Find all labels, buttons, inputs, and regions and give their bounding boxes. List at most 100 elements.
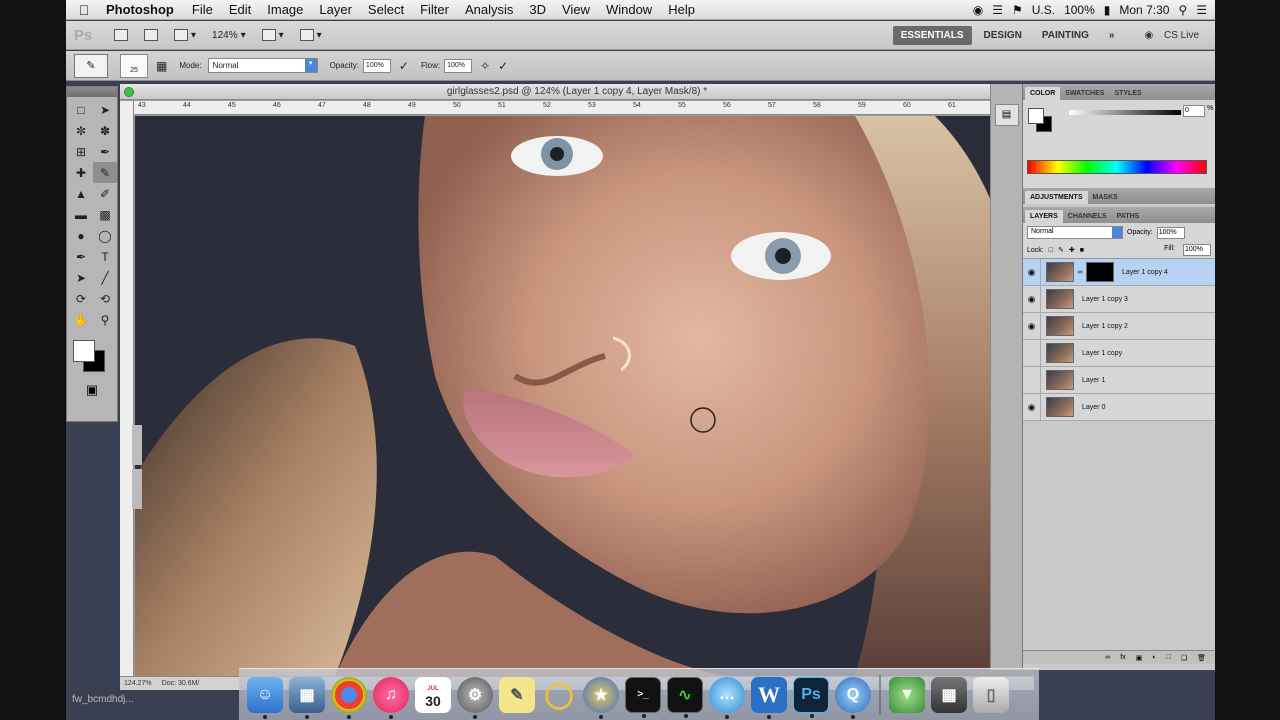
k-slider[interactable] — [1069, 110, 1181, 115]
lock-position-icon[interactable]: ✚ — [1069, 246, 1075, 254]
menu-edit[interactable]: Edit — [221, 2, 259, 17]
quicktime-icon[interactable]: Q — [835, 676, 871, 719]
pressure-opacity-icon[interactable]: ✓ — [399, 59, 409, 73]
menu-layer[interactable]: Layer — [311, 2, 360, 17]
history-brush-tool-icon[interactable]: ✐ — [93, 183, 117, 204]
dodge-tool-icon[interactable]: ◯ — [93, 225, 117, 246]
system-preferences-icon[interactable]: ⚙ — [457, 676, 493, 719]
menu-3d[interactable]: 3D — [521, 2, 554, 17]
menu-clock[interactable]: Mon 7:30 — [1119, 3, 1169, 17]
type-tool-icon[interactable]: T — [93, 246, 117, 267]
workspace-essentials[interactable]: ESSENTIALS — [892, 25, 972, 45]
path-selection-tool-icon[interactable]: ➤ — [69, 267, 93, 288]
tool-preset-picker[interactable]: ✎ — [74, 53, 108, 78]
visibility-eye-icon[interactable]: ◉ — [1023, 259, 1041, 285]
crop-tool-icon[interactable]: ⊞ — [69, 141, 93, 162]
lock-pixels-icon[interactable]: ✎ — [1058, 246, 1064, 254]
new-layer-icon[interactable]: ❏ — [1181, 654, 1187, 662]
tab-color[interactable]: COLOR — [1025, 87, 1061, 100]
brush-panel-toggle-icon[interactable]: ▦ — [156, 59, 167, 73]
layer-style-icon[interactable]: fx — [1120, 654, 1125, 661]
airbrush-icon[interactable]: ✧ — [480, 59, 490, 73]
input-source-label[interactable]: U.S. — [1032, 3, 1055, 17]
downloads-stack-icon[interactable]: ▼ — [889, 676, 925, 713]
layer-row[interactable]: Layer 1 — [1023, 367, 1215, 394]
calendar-icon[interactable]: JUL 30 — [415, 676, 451, 713]
itunes-icon[interactable]: ♫ — [373, 676, 409, 719]
menu-view[interactable]: View — [554, 2, 598, 17]
view-extras-button[interactable]: ▾ — [168, 26, 202, 44]
layer-name[interactable]: Layer 1 copy — [1082, 350, 1122, 357]
wifi-icon[interactable]: ☰ — [992, 3, 1003, 17]
layer-name[interactable]: Layer 1 — [1082, 377, 1105, 384]
3d-orbit-tool-icon[interactable]: ⟲ — [93, 288, 117, 309]
tab-paths[interactable]: PATHS — [1112, 210, 1145, 223]
menu-help[interactable]: Help — [660, 2, 703, 17]
flag-icon[interactable]: ⚑ — [1012, 3, 1023, 17]
layer-row[interactable]: ◉ ∞ Layer 1 copy 4 — [1023, 259, 1215, 286]
blur-tool-icon[interactable]: ● — [69, 225, 93, 246]
tab-adjustments[interactable]: ADJUSTMENTS — [1025, 191, 1088, 204]
quick-mask-button[interactable]: ▣ — [67, 382, 117, 398]
menu-image[interactable]: Image — [259, 2, 311, 17]
status-doc-size[interactable]: Doc: 30.6M/ — [162, 680, 200, 687]
cyberduck-icon[interactable]: ◯ — [541, 677, 577, 713]
activity-monitor-icon[interactable]: ∿ — [667, 676, 703, 718]
photoshop-icon[interactable]: Ps — [793, 676, 829, 718]
mask-link-icon[interactable]: ∞ — [1076, 269, 1084, 276]
finder-icon[interactable]: ☺ — [247, 676, 283, 719]
opacity-field[interactable]: 100% — [362, 58, 391, 73]
clone-stamp-tool-icon[interactable]: ▲ — [69, 183, 93, 204]
layer-name[interactable]: Layer 1 copy 3 — [1082, 296, 1128, 303]
cs-live-button[interactable]: ◉ CS Live — [1136, 26, 1215, 45]
visibility-toggle-empty[interactable] — [1023, 340, 1041, 366]
k-value-field[interactable]: 0 — [1183, 105, 1205, 117]
add-mask-icon[interactable]: ▣ — [1136, 654, 1143, 662]
color-panel-foreground-swatch[interactable] — [1028, 108, 1044, 124]
visibility-eye-icon[interactable]: ◉ — [1023, 394, 1041, 420]
window-zoom-button[interactable] — [124, 87, 134, 97]
apple-menu-icon[interactable]:  — [66, 2, 102, 18]
layer-name[interactable]: Layer 0 — [1082, 404, 1105, 411]
arrange-documents-button[interactable]: ▾ — [256, 26, 290, 44]
launch-bridge-button[interactable] — [108, 26, 134, 44]
new-group-icon[interactable]: □ — [1167, 654, 1171, 661]
visibility-eye-icon[interactable]: ◉ — [1023, 286, 1041, 312]
battery-icon[interactable]: ▮ — [1104, 3, 1111, 17]
messages-icon[interactable]: … — [709, 676, 745, 719]
flow-field[interactable]: 100% — [444, 58, 473, 73]
menu-analysis[interactable]: Analysis — [457, 2, 521, 17]
adjustment-layer-icon[interactable]: ◐ — [1152, 654, 1156, 661]
eyedropper-tool-icon[interactable]: ✒ — [93, 141, 117, 162]
menu-filter[interactable]: Filter — [412, 2, 457, 17]
word-icon[interactable]: W — [751, 676, 787, 719]
trash-icon[interactable]: ▯ — [973, 676, 1009, 713]
history-panel-button[interactable]: ▤ — [994, 104, 1019, 126]
color-spectrum-ramp[interactable] — [1027, 160, 1207, 174]
gradient-tool-icon[interactable]: ▩ — [93, 204, 117, 225]
zoom-level-dropdown[interactable]: 124% ▾ — [206, 26, 252, 44]
move-tool-icon[interactable]: ➤ — [93, 99, 117, 120]
brush-preset-picker[interactable]: 25 — [120, 53, 148, 78]
wunderlist-icon[interactable]: ★ — [583, 676, 619, 719]
mode-select[interactable]: Normal ▾ — [207, 58, 318, 73]
chrome-icon[interactable] — [331, 676, 367, 719]
lock-all-icon[interactable]: ■ — [1080, 247, 1084, 254]
horizontal-ruler[interactable]: 4344454647484950515253545556575859606162 — [134, 101, 1034, 115]
hand-tool-icon[interactable]: ✋ — [69, 309, 93, 330]
brush-tool-icon[interactable]: ✎ — [93, 162, 117, 183]
layer-row[interactable]: ◉ Layer 1 copy 3 — [1023, 286, 1215, 313]
tab-layers[interactable]: LAYERS — [1025, 210, 1063, 223]
visibility-toggle-empty[interactable] — [1023, 367, 1041, 393]
delete-layer-icon[interactable]: 🗑 — [1197, 654, 1206, 662]
stickies-icon[interactable]: ✎ — [499, 676, 535, 713]
document-title-bar[interactable]: girlglasses2.psd @ 124% (Layer 1 copy 4,… — [120, 84, 1034, 100]
tab-masks[interactable]: MASKS — [1088, 191, 1123, 204]
workspace-painting[interactable]: PAINTING — [1034, 26, 1097, 45]
image-canvas[interactable] — [135, 116, 1034, 676]
workspace-more-button[interactable]: » — [1101, 26, 1123, 45]
notification-icon[interactable]: ☰ — [1196, 3, 1207, 17]
menu-select[interactable]: Select — [360, 2, 412, 17]
tools-panel-grip[interactable] — [67, 87, 117, 97]
battery-percent[interactable]: 100% — [1064, 3, 1095, 17]
